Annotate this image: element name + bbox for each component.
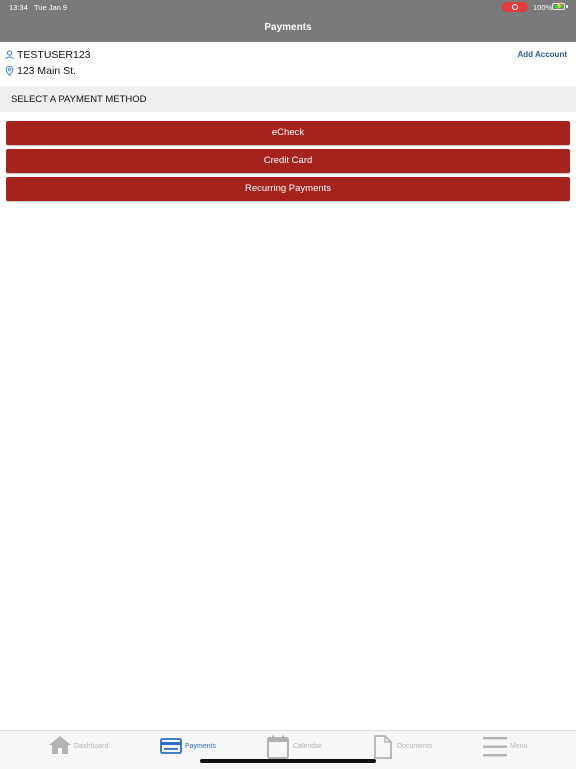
calendar-icon [267, 735, 289, 759]
add-account-link[interactable]: Add Account [518, 50, 567, 59]
status-time: 13:34 [9, 3, 28, 12]
recurring-payments-button[interactable]: Recurring Payments [6, 177, 570, 201]
section-title: SELECT A PAYMENT METHOD [11, 94, 147, 105]
echeck-button[interactable]: eCheck [6, 121, 570, 145]
tab-label-payments: Payments [185, 743, 217, 750]
account-panel: TESTUSER123 123 Main St. Add Account [0, 42, 576, 86]
tab-documents[interactable]: Documents [373, 731, 453, 765]
tab-label-dashboard: Dashboard [74, 743, 109, 750]
charging-bolt-icon: ⚡ [555, 3, 564, 10]
tab-dashboard[interactable]: Dashboard [46, 731, 126, 765]
document-icon [374, 735, 392, 759]
account-address: 123 Main St. [17, 65, 76, 77]
status-bar: 13:34 Tue Jan 9 100% ⚡ [0, 0, 576, 14]
tab-label-calendar: Calendar [293, 743, 322, 750]
home-icon [49, 736, 71, 754]
section-header: SELECT A PAYMENT METHOD [0, 86, 576, 112]
battery-nub [566, 5, 568, 8]
tab-label-documents: Documents [397, 743, 433, 750]
page-title: Payments [264, 22, 312, 33]
account-address-row: 123 Main St. [5, 64, 76, 78]
credit-card-icon [160, 738, 182, 754]
account-username: TESTUSER123 [17, 49, 91, 61]
nav-bar: Payments [0, 14, 576, 42]
tab-label-menu: Menu [510, 743, 528, 750]
user-icon [5, 50, 14, 60]
tab-menu[interactable]: Menu [483, 731, 553, 765]
location-pin-icon [5, 66, 14, 76]
tab-bar: Dashboard Payments Calendar Documents Me… [0, 730, 576, 769]
status-date: Tue Jan 9 [34, 3, 68, 12]
account-user-row: TESTUSER123 [5, 48, 91, 62]
home-indicator [200, 759, 376, 763]
menu-icon [483, 737, 507, 757]
battery-percentage: 100% [533, 3, 553, 12]
credit-card-button[interactable]: Credit Card [6, 149, 570, 173]
screen-recording-icon [502, 2, 528, 12]
